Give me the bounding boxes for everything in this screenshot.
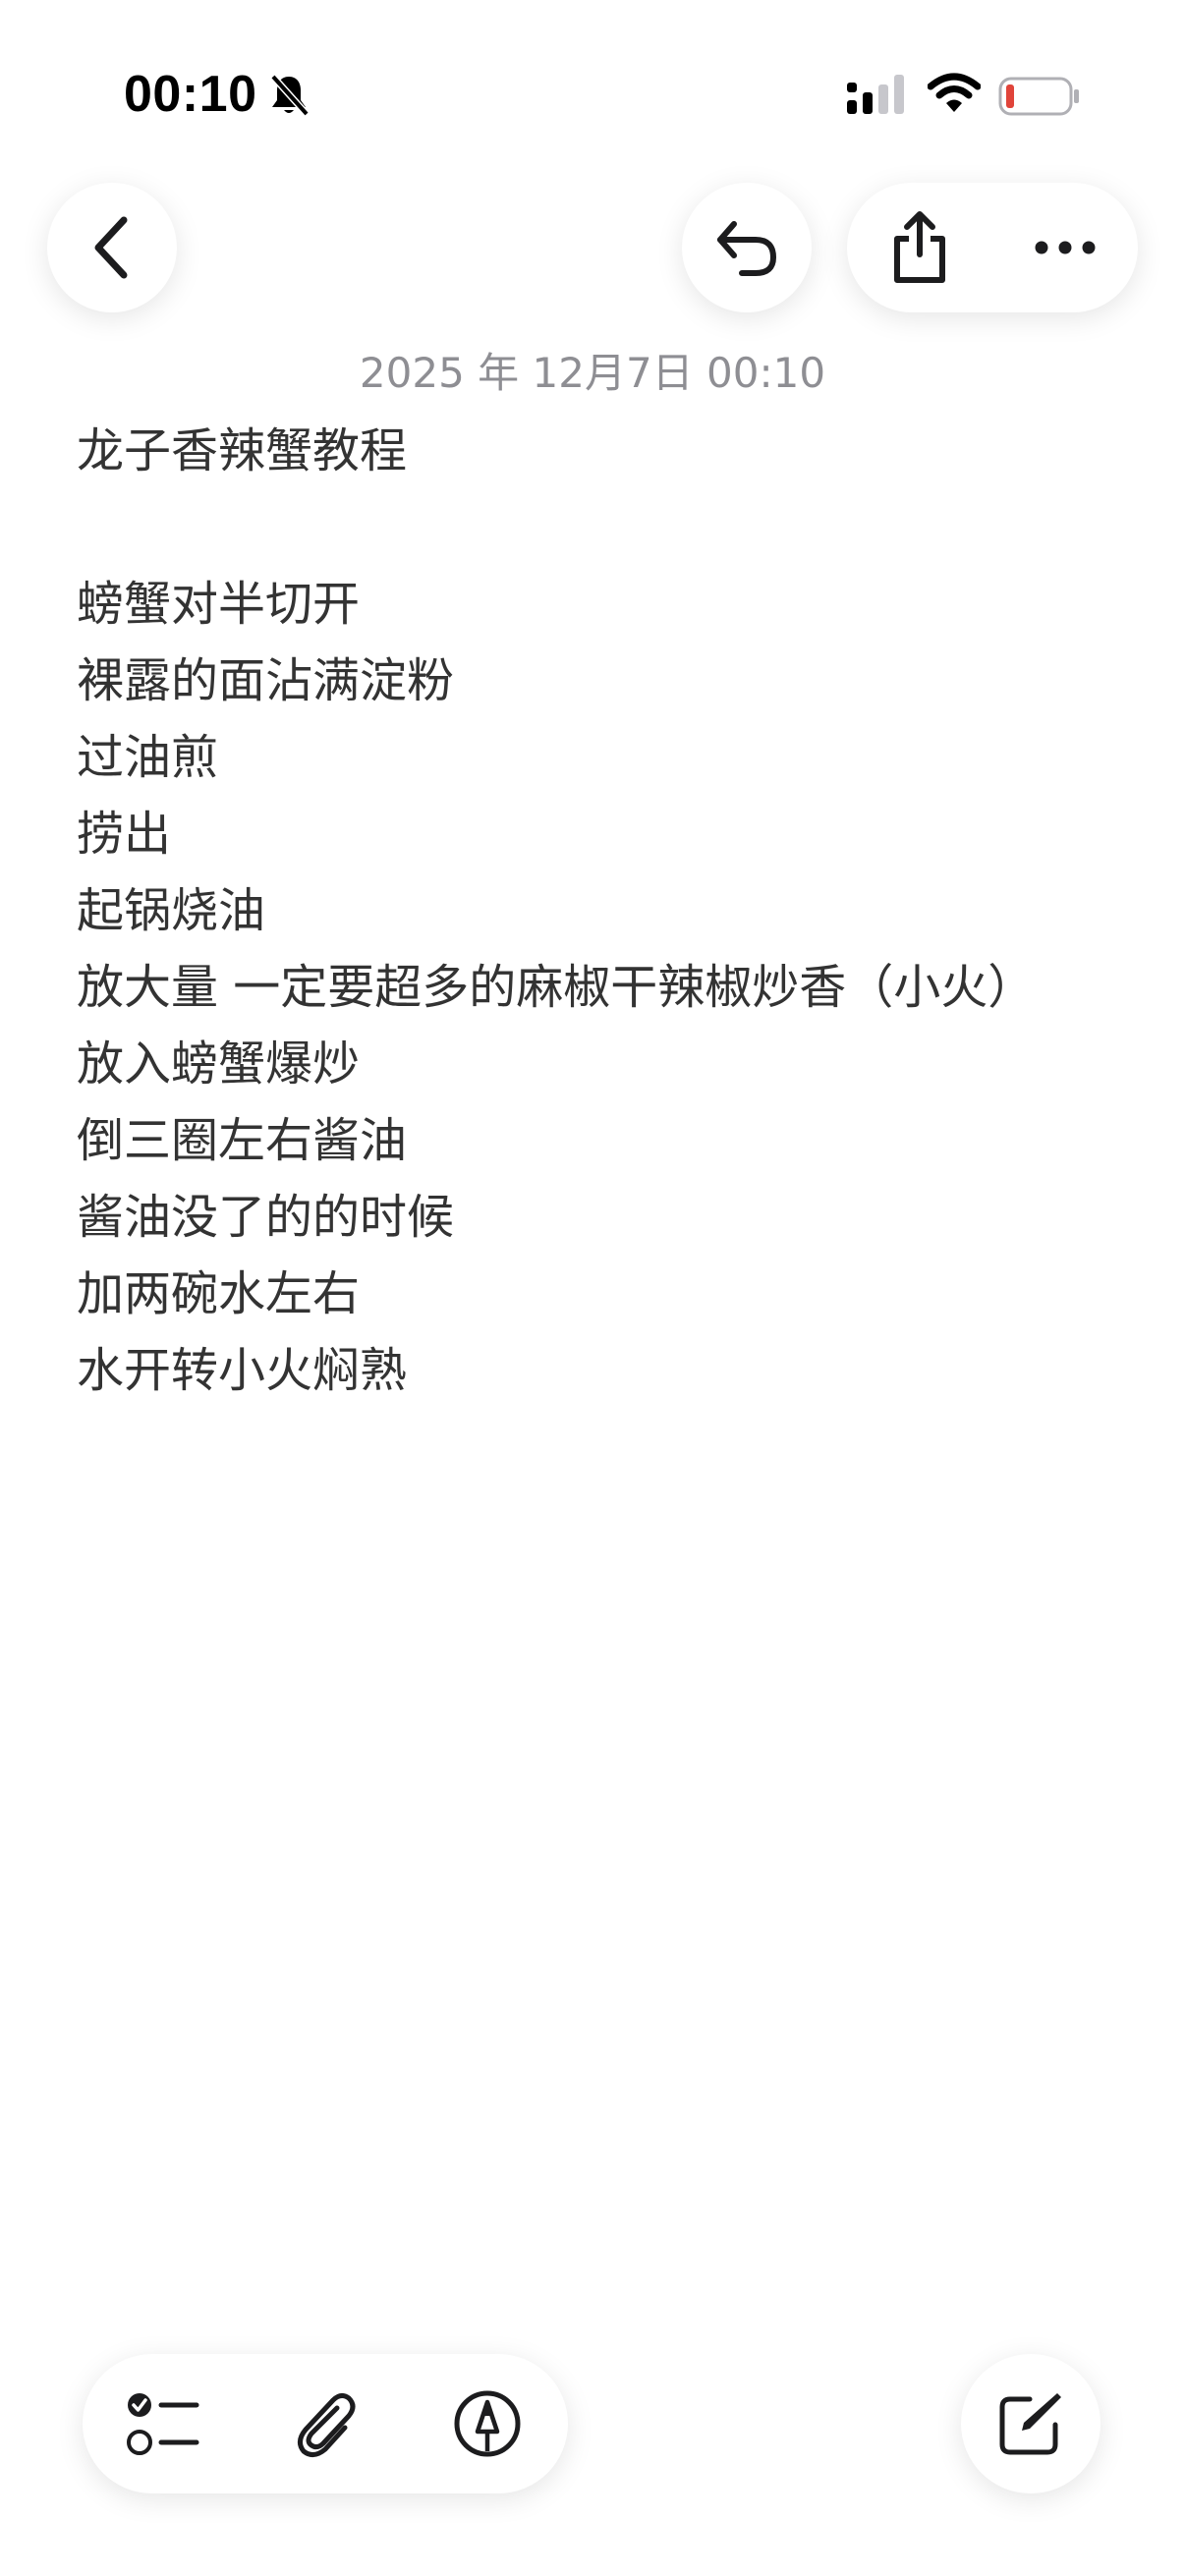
cellular-signal-icon <box>847 75 908 120</box>
checklist-button[interactable] <box>83 2354 245 2493</box>
share-button[interactable] <box>847 183 992 312</box>
undo-arrow-icon <box>717 221 777 276</box>
battery-low-icon <box>998 77 1081 120</box>
note-line[interactable]: 起锅烧油 <box>77 872 1148 949</box>
chevron-left-icon <box>94 216 128 279</box>
empty-line <box>77 489 1148 566</box>
wifi-icon <box>927 73 982 118</box>
note-line[interactable]: 酱油没了的的时候 <box>77 1179 1148 1256</box>
note-line[interactable]: 捞出 <box>77 796 1148 872</box>
note-line[interactable]: 放入螃蟹爆炒 <box>77 1026 1148 1102</box>
compose-icon <box>999 2393 1061 2455</box>
paperclip-icon <box>298 2392 356 2457</box>
note-line[interactable]: 水开转小火焖熟 <box>77 1332 1148 1409</box>
status-time: 00:10 <box>124 66 257 123</box>
share-icon <box>894 211 945 283</box>
note-line[interactable]: 倒三圈左右酱油 <box>77 1102 1148 1179</box>
note-line[interactable]: 过油煎 <box>77 719 1148 796</box>
note-line[interactable]: 加两碗水左右 <box>77 1256 1148 1332</box>
back-button[interactable] <box>47 183 177 312</box>
compose-button[interactable] <box>961 2354 1100 2493</box>
note-date: 2025 年 12月7日 00:10 <box>359 349 826 397</box>
share-more-pill <box>847 183 1138 312</box>
more-button[interactable] <box>992 183 1138 312</box>
note-body[interactable]: 龙子香辣蟹教程 螃蟹对半切开 裸露的面沾满淀粉 过油煎 捞出 起锅烧油 放大量 … <box>77 413 1148 1409</box>
attachment-button[interactable] <box>245 2354 407 2493</box>
ellipsis-icon <box>1035 241 1096 254</box>
bell-slash-icon <box>267 73 310 122</box>
bottom-toolbar <box>83 2354 568 2493</box>
undo-button[interactable] <box>682 183 812 312</box>
checklist-icon <box>127 2393 199 2455</box>
markup-pen-icon <box>454 2390 521 2457</box>
note-line[interactable]: 放大量 一定要超多的麻椒干辣椒炒香（小火） <box>77 949 1148 1026</box>
note-line[interactable]: 螃蟹对半切开 <box>77 566 1148 643</box>
note-title[interactable]: 龙子香辣蟹教程 <box>77 413 1148 489</box>
markup-button[interactable] <box>406 2354 568 2493</box>
note-line[interactable]: 裸露的面沾满淀粉 <box>77 643 1148 719</box>
